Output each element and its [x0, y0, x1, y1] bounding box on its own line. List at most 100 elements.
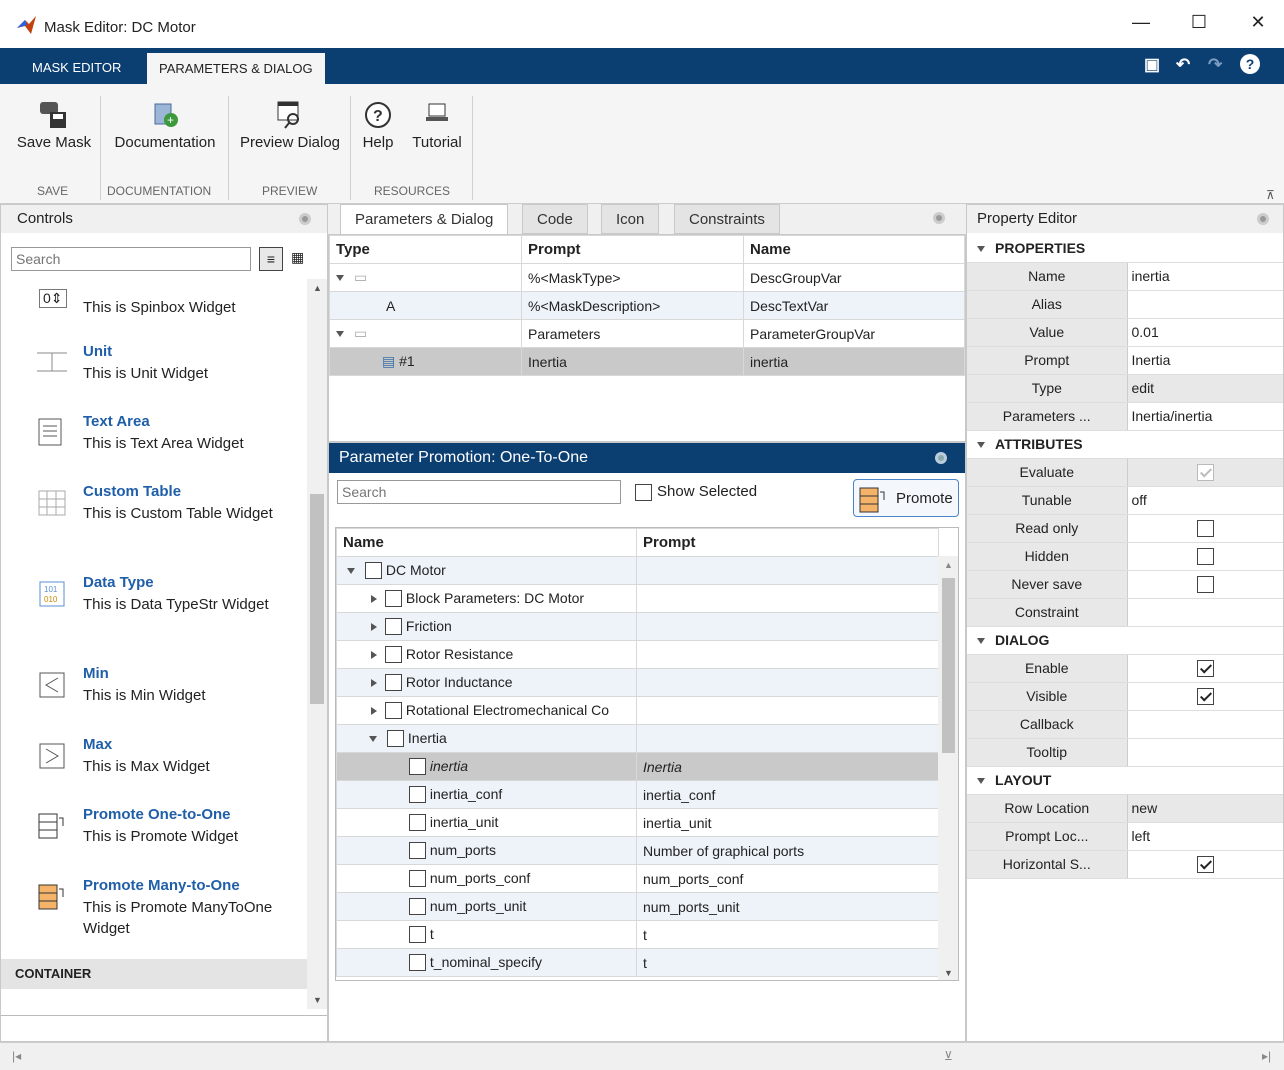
scroll-down-icon[interactable]: ▼	[944, 968, 953, 978]
documentation-label: Documentation	[114, 134, 216, 151]
expand-icon[interactable]	[336, 331, 344, 338]
panel-options-icon[interactable]	[299, 213, 311, 225]
prop-row[interactable]: Read only	[967, 514, 1283, 543]
tutorial-button[interactable]: Tutorial	[406, 90, 468, 151]
table-row[interactable]: A %<MaskDescription> DescTextVar	[329, 291, 965, 320]
prop-row[interactable]: Tooltip	[967, 738, 1283, 767]
center-options-icon[interactable]	[933, 212, 945, 224]
tab-mask-editor[interactable]: MASK EDITOR	[20, 52, 133, 84]
container-section[interactable]: CONTAINER	[1, 959, 307, 989]
prop-row[interactable]: Prompt Loc... left	[967, 822, 1283, 851]
prop-row[interactable]: Alias	[967, 290, 1283, 319]
prop-row[interactable]: Never save	[967, 570, 1283, 599]
scroll-thumb[interactable]	[310, 494, 324, 704]
collapse-right-icon[interactable]: ▸|	[1262, 1049, 1271, 1063]
collapse-ribbon-icon[interactable]: ⊼	[1266, 188, 1275, 202]
never-save-checkbox[interactable]	[1196, 575, 1214, 593]
preview-dialog-button[interactable]: Preview Dialog	[238, 90, 342, 151]
scroll-up-icon[interactable]: ▲	[313, 283, 322, 293]
collapse-icon[interactable]	[347, 567, 355, 574]
tab-code[interactable]: Code	[522, 204, 588, 234]
read-only-checkbox[interactable]	[1196, 519, 1214, 537]
tree-row[interactable]: t_nominal_specify t	[336, 948, 939, 977]
prop-row[interactable]: Row Location new	[967, 794, 1283, 823]
prop-row[interactable]: Parameters ... Inertia/inertia	[967, 402, 1283, 431]
expand-icon[interactable]	[336, 275, 344, 282]
expand-icon[interactable]	[371, 706, 377, 715]
help-icon[interactable]: ?	[1240, 54, 1260, 74]
tree-row[interactable]: Block Parameters: DC Motor	[336, 584, 939, 613]
show-selected-checkbox[interactable]	[635, 483, 652, 501]
prop-row[interactable]: Value 0.01	[967, 318, 1283, 347]
prop-row[interactable]: Constraint	[967, 598, 1283, 627]
prop-row[interactable]: Visible	[967, 682, 1283, 711]
tab-constraints[interactable]: Constraints	[674, 204, 780, 234]
list-view-icon[interactable]: ≡	[259, 247, 283, 271]
scroll-up-icon[interactable]: ▲	[944, 560, 953, 570]
prop-row[interactable]: Tunable off	[967, 486, 1283, 515]
visible-checkbox[interactable]	[1196, 687, 1214, 705]
expand-icon[interactable]	[371, 622, 377, 631]
tab-parameters-dialog[interactable]: PARAMETERS & DIALOG	[146, 52, 326, 84]
tree-row[interactable]: num_ports_unit num_ports_unit	[336, 892, 939, 921]
maximize-button[interactable]: ☐	[1184, 12, 1214, 42]
collapse-bottom-icon[interactable]: ⊻	[944, 1049, 953, 1063]
scroll-down-icon[interactable]: ▼	[313, 995, 322, 1005]
table-row[interactable]: ▭ Parameters ParameterGroupVar	[329, 319, 965, 348]
horizontal-stretch-checkbox[interactable]	[1196, 855, 1214, 873]
tree-row[interactable]: num_ports Number of graphical ports	[336, 836, 939, 865]
promotion-search-input[interactable]	[337, 480, 621, 504]
col-prompt[interactable]: Prompt	[636, 528, 939, 557]
redo-icon[interactable]: ↷	[1208, 55, 1222, 75]
col-type[interactable]: Type	[329, 235, 522, 264]
help-button[interactable]: ? Help	[358, 90, 398, 151]
promote-button[interactable]: Promote	[853, 479, 959, 517]
promotion-options-icon[interactable]	[935, 452, 947, 464]
tree-row[interactable]: Rotor Inductance	[336, 668, 939, 697]
tree-row[interactable]: DC Motor	[336, 556, 939, 585]
prop-row[interactable]: Prompt Inertia	[967, 346, 1283, 375]
expand-icon[interactable]	[371, 650, 377, 659]
prop-row[interactable]: Horizontal S...	[967, 850, 1283, 879]
tree-row-selected[interactable]: inertia Inertia	[336, 752, 939, 781]
tree-row[interactable]: Rotor Resistance	[336, 640, 939, 669]
prop-row[interactable]: Evaluate	[967, 458, 1283, 487]
tree-row[interactable]: inertia_unit inertia_unit	[336, 808, 939, 837]
scroll-thumb[interactable]	[942, 578, 955, 753]
save-icon[interactable]: ▣	[1144, 55, 1160, 75]
controls-search-input[interactable]	[11, 247, 251, 271]
tab-icon[interactable]: Icon	[601, 204, 660, 234]
documentation-button[interactable]: + Documentation	[110, 90, 220, 151]
tab-parameters-dialog-center[interactable]: Parameters & Dialog	[340, 204, 509, 234]
col-name[interactable]: Name	[336, 528, 637, 557]
expand-icon[interactable]	[371, 594, 377, 603]
table-row-selected[interactable]: ▤ #1 Inertia inertia	[329, 347, 965, 376]
collapse-icon[interactable]	[369, 735, 377, 742]
collapse-left-icon[interactable]: |◂	[12, 1049, 21, 1063]
undo-icon[interactable]: ↶	[1176, 55, 1190, 75]
grid-view-icon[interactable]: ▦	[291, 249, 304, 266]
expand-icon[interactable]	[371, 678, 377, 687]
close-button[interactable]: ✕	[1243, 12, 1273, 42]
tree-row[interactable]: Friction	[336, 612, 939, 641]
tree-row[interactable]: num_ports_conf num_ports_conf	[336, 864, 939, 893]
prop-row[interactable]: Enable	[967, 654, 1283, 683]
hidden-checkbox[interactable]	[1196, 547, 1214, 565]
table-row[interactable]: ▭ %<MaskType> DescGroupVar	[329, 263, 965, 292]
tree-row[interactable]: tt	[336, 920, 939, 949]
prop-row[interactable]: Name inertia	[967, 262, 1283, 291]
save-mask-button[interactable]: Save Mask	[16, 90, 92, 151]
prop-row[interactable]: Callback	[967, 710, 1283, 739]
tree-row[interactable]: Inertia	[336, 724, 939, 753]
tree-row[interactable]: Rotational Electromechanical Co	[336, 696, 939, 725]
prop-row[interactable]: Hidden	[967, 542, 1283, 571]
enable-checkbox[interactable]	[1196, 659, 1214, 677]
tree-scrollbar[interactable]: ▲ ▼	[938, 556, 958, 980]
property-options-icon[interactable]	[1257, 213, 1269, 225]
controls-scrollbar[interactable]: ▲ ▼	[307, 279, 327, 1009]
minimize-button[interactable]: —	[1126, 12, 1156, 42]
tree-row[interactable]: inertia_conf inertia_conf	[336, 780, 939, 809]
col-prompt[interactable]: Prompt	[521, 235, 744, 264]
prop-row[interactable]: Type edit	[967, 374, 1283, 403]
col-name[interactable]: Name	[743, 235, 965, 264]
